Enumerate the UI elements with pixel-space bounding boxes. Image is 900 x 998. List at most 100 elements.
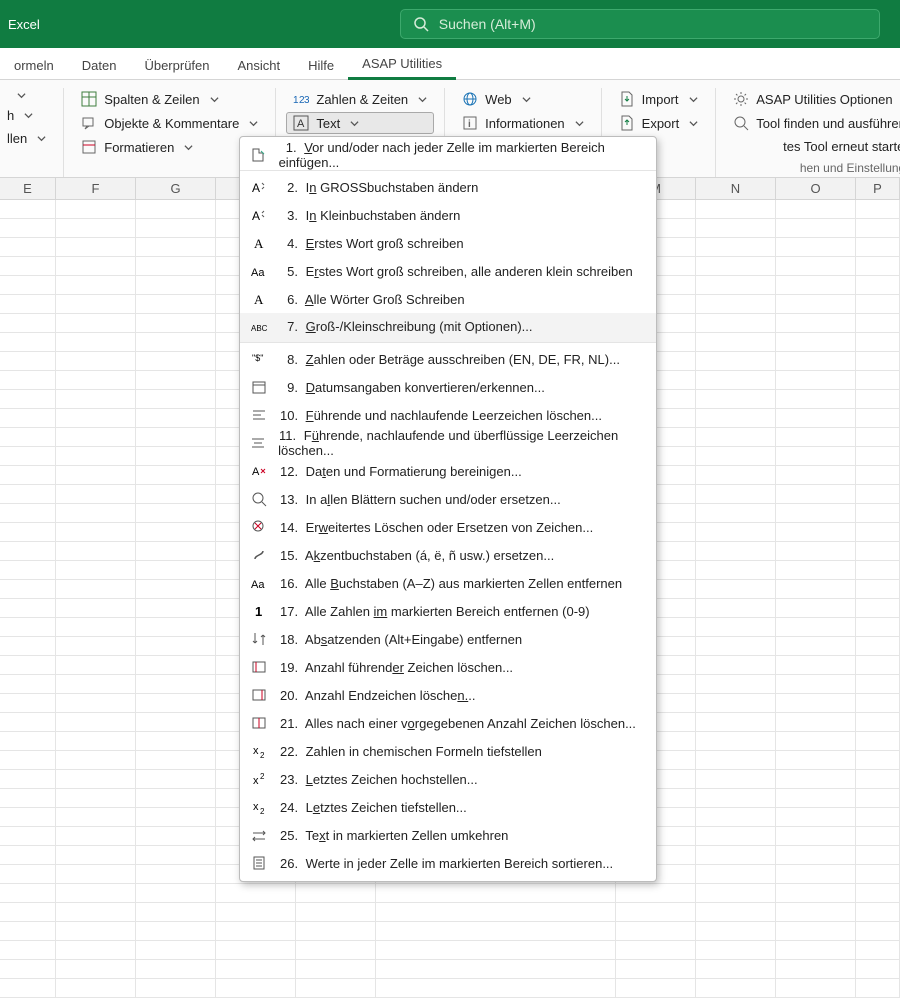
grid-cell[interactable] (216, 979, 296, 998)
grid-cell[interactable] (776, 599, 856, 618)
grid-cell[interactable] (0, 979, 56, 998)
grid-cell[interactable] (856, 846, 900, 865)
grid-cell[interactable] (296, 884, 376, 903)
grid-cell[interactable] (56, 941, 136, 960)
grid-cell[interactable] (136, 485, 216, 504)
grid-cell[interactable] (0, 276, 56, 295)
grid-cell[interactable] (0, 447, 56, 466)
grid-cell[interactable] (616, 884, 696, 903)
grid-cell[interactable] (776, 960, 856, 979)
grid-cell[interactable] (0, 390, 56, 409)
colhdr-g[interactable]: G (136, 178, 216, 199)
btn-tool-finden[interactable]: Tool finden und ausführen (726, 112, 900, 134)
grid-cell[interactable] (696, 599, 776, 618)
grid-cell[interactable] (696, 941, 776, 960)
grid-cell[interactable] (136, 276, 216, 295)
grid-cell[interactable] (56, 789, 136, 808)
grid-cell[interactable] (56, 884, 136, 903)
grid-cell[interactable] (136, 960, 216, 979)
grid-cell[interactable] (136, 979, 216, 998)
grid-cell[interactable] (0, 637, 56, 656)
grid-cell[interactable] (696, 618, 776, 637)
grid-cell[interactable] (696, 409, 776, 428)
tab-daten[interactable]: Daten (68, 58, 131, 79)
grid-cell[interactable] (776, 865, 856, 884)
grid-cell[interactable] (696, 808, 776, 827)
grid-cell[interactable] (776, 770, 856, 789)
grid-cell[interactable] (136, 675, 216, 694)
grid-cell[interactable] (696, 200, 776, 219)
grid-cell[interactable] (776, 200, 856, 219)
grid-cell[interactable] (856, 257, 900, 276)
grid-cell[interactable] (56, 523, 136, 542)
tab-asap-utilities[interactable]: ASAP Utilities (348, 56, 456, 80)
menu-item-18[interactable]: 18. Absatzenden (Alt+Eingabe) entfernen (240, 625, 656, 653)
grid-cell[interactable] (696, 922, 776, 941)
menu-item-8[interactable]: "$"8. Zahlen oder Beträge ausschreiben (… (240, 345, 656, 373)
grid-cell[interactable] (56, 333, 136, 352)
grid-cell[interactable] (136, 542, 216, 561)
menu-item-19[interactable]: 19. Anzahl führender Zeichen löschen... (240, 653, 656, 681)
ribbon-btn-1a[interactable] (4, 88, 53, 103)
grid-cell[interactable] (856, 827, 900, 846)
grid-cell[interactable] (616, 922, 696, 941)
grid-cell[interactable] (856, 466, 900, 485)
grid-cell[interactable] (216, 960, 296, 979)
grid-cell[interactable] (136, 884, 216, 903)
btn-asap-optionen[interactable]: ASAP Utilities Optionen (726, 88, 900, 110)
tab-hilfe[interactable]: Hilfe (294, 58, 348, 79)
grid-cell[interactable] (776, 428, 856, 447)
grid-cell[interactable] (376, 903, 616, 922)
grid-cell[interactable] (0, 941, 56, 960)
grid-cell[interactable] (856, 979, 900, 998)
grid-cell[interactable] (0, 200, 56, 219)
menu-item-10[interactable]: 10. Führende und nachlaufende Leerzeiche… (240, 401, 656, 429)
grid-cell[interactable] (856, 200, 900, 219)
grid-cell[interactable] (56, 694, 136, 713)
grid-cell[interactable] (136, 371, 216, 390)
grid-cell[interactable] (856, 732, 900, 751)
grid-cell[interactable] (56, 827, 136, 846)
menu-item-3[interactable]: A3. In Kleinbuchstaben ändern (240, 201, 656, 229)
grid-cell[interactable] (0, 542, 56, 561)
grid-cell[interactable] (0, 903, 56, 922)
grid-cell[interactable] (776, 789, 856, 808)
grid-cell[interactable] (696, 485, 776, 504)
grid-cell[interactable] (56, 599, 136, 618)
grid-cell[interactable] (136, 903, 216, 922)
grid-cell[interactable] (56, 713, 136, 732)
grid-cell[interactable] (0, 238, 56, 257)
grid-cell[interactable] (776, 390, 856, 409)
menu-item-4[interactable]: A4. Erstes Wort groß schreiben (240, 229, 656, 257)
grid-cell[interactable] (136, 238, 216, 257)
grid-cell[interactable] (136, 295, 216, 314)
grid-cell[interactable] (776, 580, 856, 599)
grid-cell[interactable] (776, 333, 856, 352)
grid-cell[interactable] (56, 561, 136, 580)
grid-cell[interactable] (776, 884, 856, 903)
btn-letztes-tool[interactable]: tes Tool erneut starten (726, 136, 900, 157)
grid-cell[interactable] (0, 314, 56, 333)
grid-cell[interactable] (56, 428, 136, 447)
grid-cell[interactable] (136, 561, 216, 580)
grid-cell[interactable] (856, 504, 900, 523)
grid-cell[interactable] (696, 580, 776, 599)
grid-cell[interactable] (136, 922, 216, 941)
grid-cell[interactable] (0, 466, 56, 485)
grid-cell[interactable] (56, 656, 136, 675)
menu-item-11[interactable]: 11. Führende, nachlaufende und überflüss… (240, 429, 656, 457)
grid-cell[interactable] (56, 979, 136, 998)
grid-cell[interactable] (856, 447, 900, 466)
grid-cell[interactable] (136, 732, 216, 751)
grid-cell[interactable] (776, 846, 856, 865)
grid-cell[interactable] (776, 941, 856, 960)
menu-item-21[interactable]: 21. Alles nach einer vorgegebenen Anzahl… (240, 709, 656, 737)
grid-cell[interactable] (696, 846, 776, 865)
grid-cell[interactable] (696, 504, 776, 523)
grid-cell[interactable] (376, 960, 616, 979)
menu-item-12[interactable]: A12. Daten und Formatierung bereinigen..… (240, 457, 656, 485)
grid-cell[interactable] (136, 637, 216, 656)
grid-cell[interactable] (696, 466, 776, 485)
grid-cell[interactable] (776, 751, 856, 770)
grid-cell[interactable] (696, 827, 776, 846)
